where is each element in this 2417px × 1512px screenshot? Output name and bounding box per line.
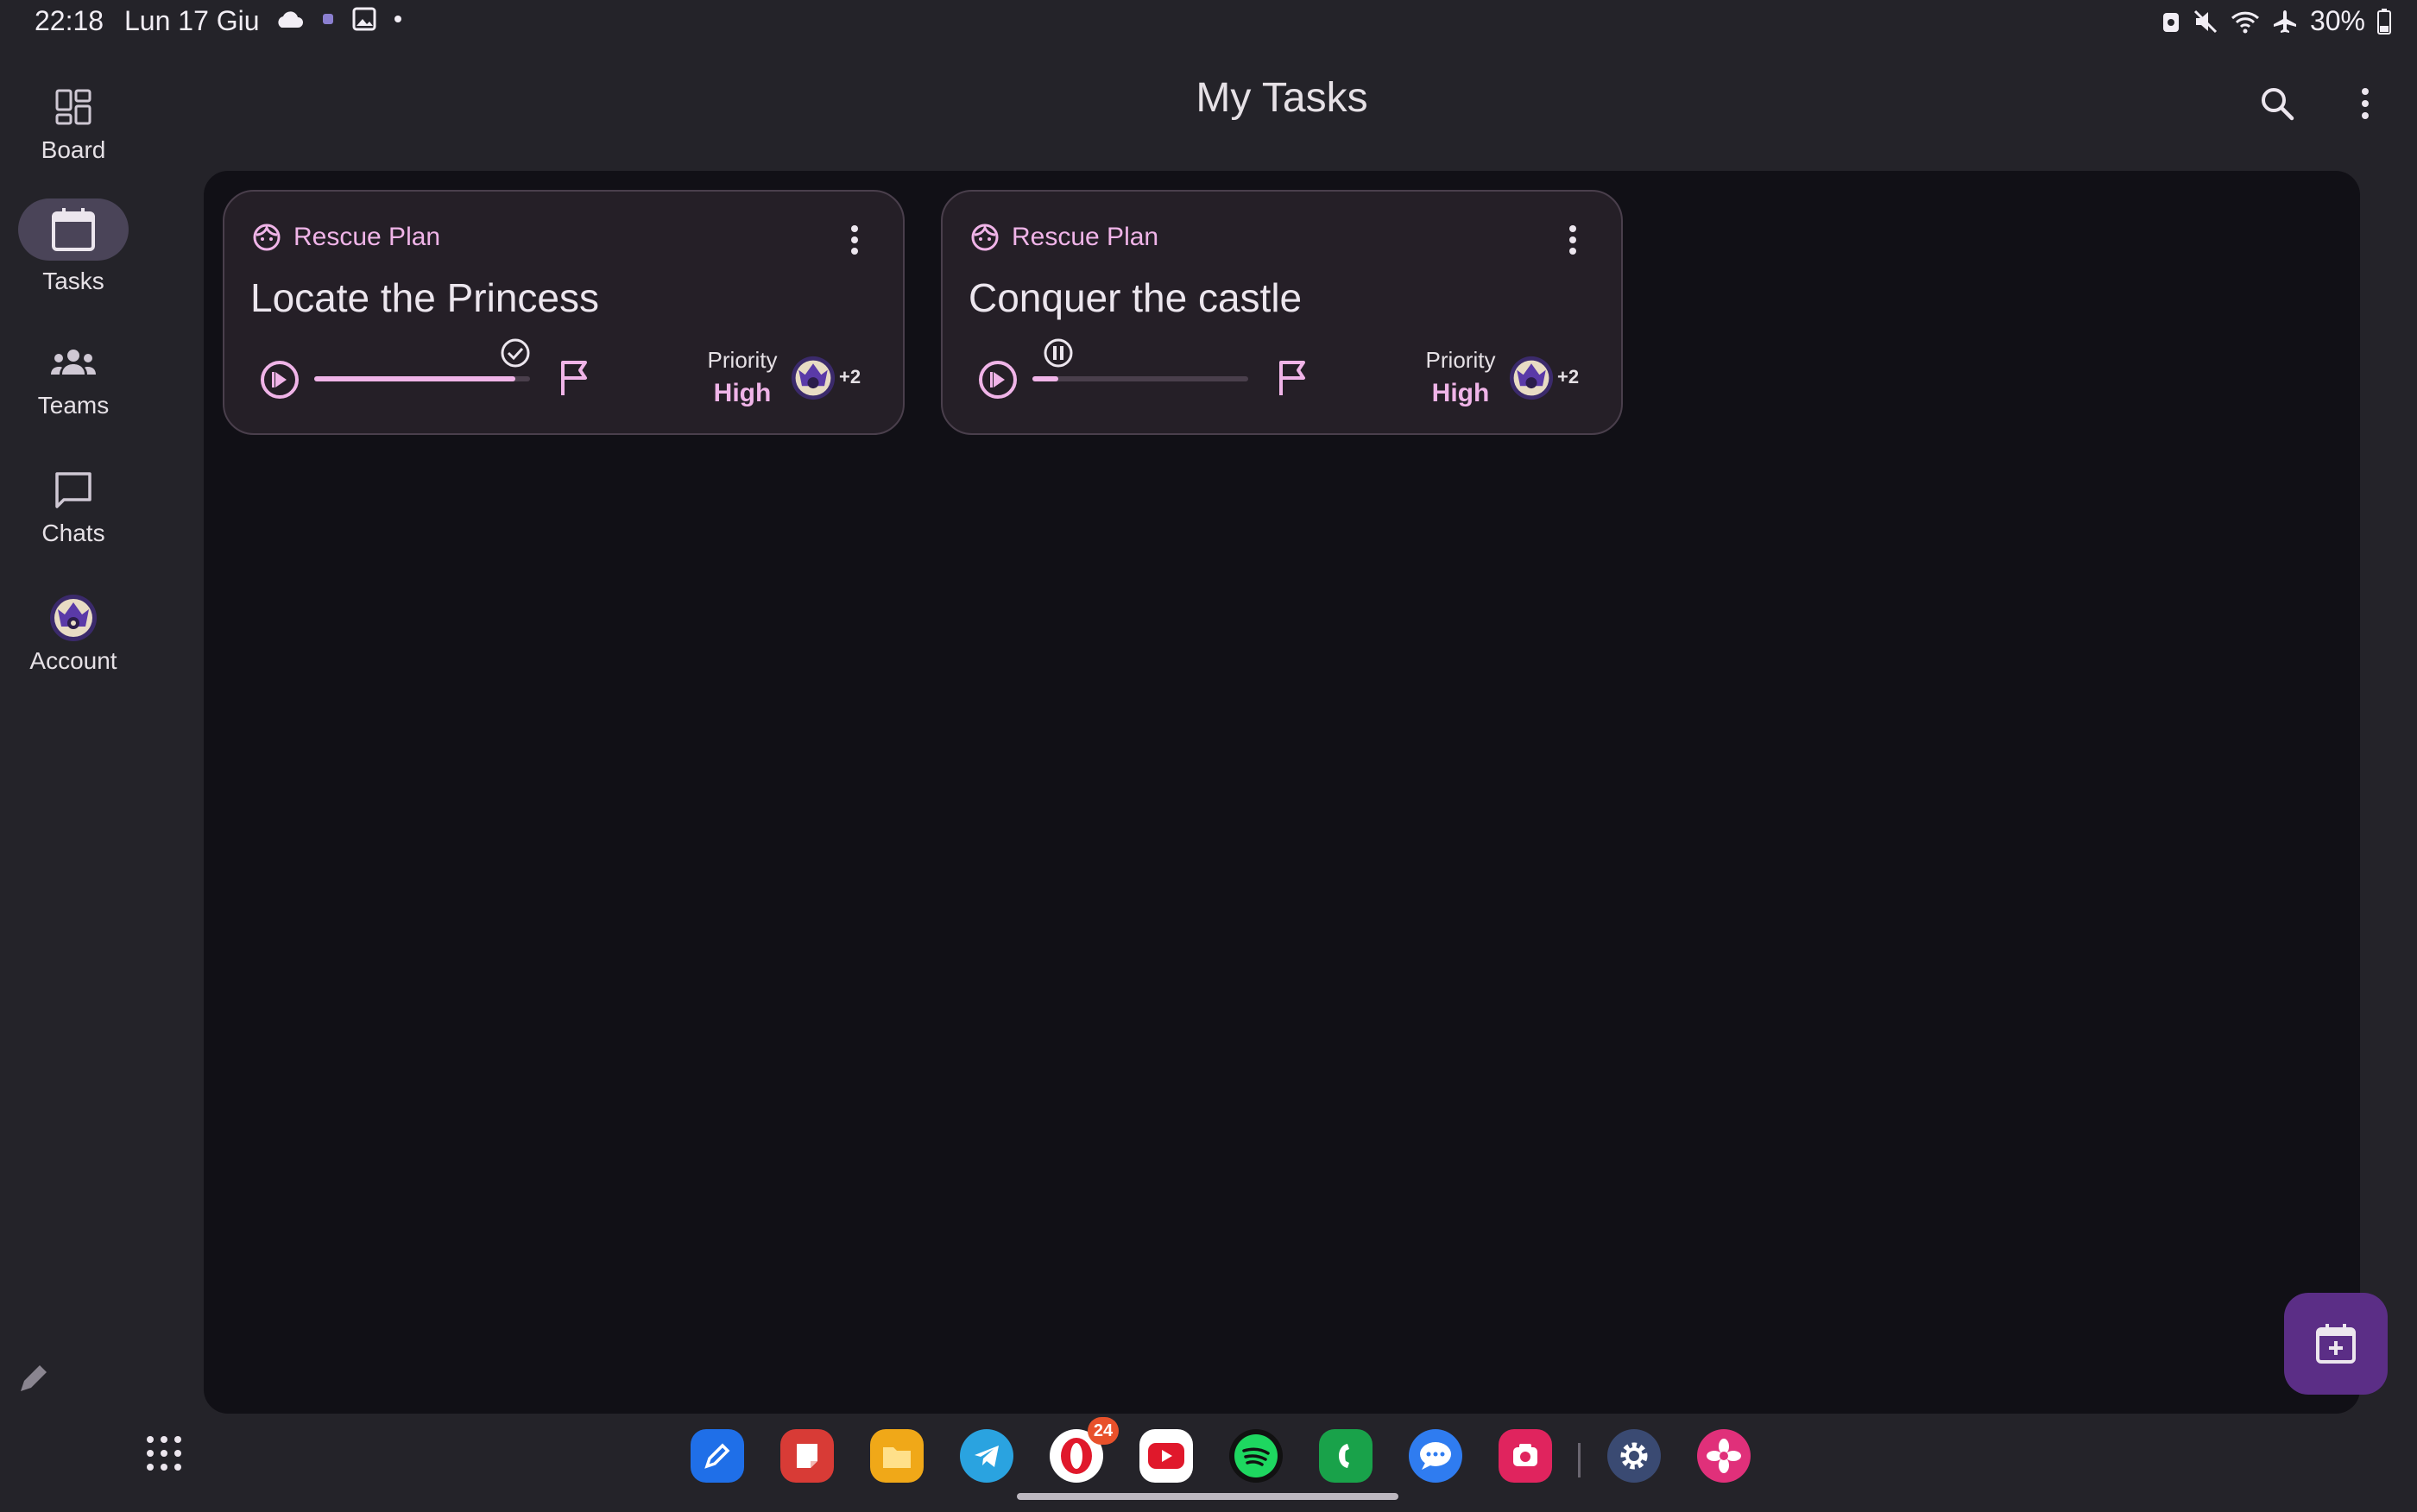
status-bar: 22:18 Lun 17 Giu 30% <box>0 0 2417 45</box>
messages-app-icon[interactable] <box>1409 1429 1462 1483</box>
rail-label-chats: Chats <box>41 520 105 546</box>
progress-fill <box>1032 376 1058 381</box>
rail-label-teams: Teams <box>37 392 110 419</box>
task-title: Locate the Princess <box>250 275 600 320</box>
taskbar-dock: 24 <box>0 1417 2417 1484</box>
more-vert-icon <box>1569 225 1576 255</box>
task-card[interactable]: Rescue Plan Conquer the castle Priority … <box>941 190 1623 435</box>
rail-item-board[interactable]: Board <box>0 76 147 164</box>
wifi-icon <box>2231 11 2259 33</box>
notification-icons <box>275 7 402 31</box>
check-circle-icon[interactable] <box>499 337 532 369</box>
search-button[interactable] <box>2251 78 2303 129</box>
project-name: Rescue Plan <box>1012 223 1159 251</box>
card-menu-button[interactable] <box>1554 221 1592 259</box>
battery-icon <box>2377 8 2391 35</box>
add-task-fab[interactable] <box>2284 1293 2388 1395</box>
calendar-icon <box>52 208 95 251</box>
pencil-icon <box>21 1365 47 1391</box>
pause-circle-icon[interactable] <box>1042 337 1075 369</box>
rail-active-indicator <box>18 198 129 261</box>
groups-icon <box>51 350 96 375</box>
home-gesture-bar[interactable] <box>1017 1493 1398 1500</box>
extra-members-count: +2 <box>839 366 861 387</box>
screen: 22:18 Lun 17 Giu 30% Board Tasks Teams C… <box>0 0 2417 1512</box>
notes-app-icon[interactable] <box>780 1429 834 1483</box>
rail-item-chats[interactable]: Chats <box>0 459 147 547</box>
flag-button[interactable] <box>558 359 592 401</box>
avatar <box>50 595 97 641</box>
extra-members-count: +2 <box>1557 366 1580 387</box>
opera-app-icon[interactable]: 24 <box>1050 1417 1119 1483</box>
rail-label-tasks: Tasks <box>42 268 104 294</box>
status-date: Lun 17 Giu <box>124 5 260 36</box>
flag-button[interactable] <box>1276 359 1310 401</box>
progress-slider[interactable] <box>1032 338 1248 381</box>
pen-app-icon[interactable] <box>691 1429 744 1483</box>
flag-icon <box>561 361 587 395</box>
edit-button[interactable] <box>7 1353 59 1405</box>
files-app-icon[interactable] <box>870 1429 924 1483</box>
assignee-avatar[interactable] <box>791 356 836 400</box>
project-chip[interactable]: Rescue Plan <box>970 223 1158 252</box>
rail-label-board: Board <box>41 136 106 163</box>
progress-fill <box>314 376 515 381</box>
airplane-icon <box>2273 9 2296 33</box>
more-vert-icon <box>2362 88 2369 119</box>
project-name: Rescue Plan <box>293 223 441 251</box>
notification-badge: 24 <box>1088 1417 1119 1445</box>
page-title: My Tasks <box>1196 75 1368 121</box>
rail-item-teams[interactable]: Teams <box>0 331 147 419</box>
more-vert-icon <box>851 225 858 255</box>
telegram-app-icon[interactable] <box>960 1429 1013 1483</box>
calendar-add-icon <box>2316 1324 2356 1364</box>
camera-app-icon[interactable] <box>1499 1429 1552 1483</box>
task-card[interactable]: Rescue Plan Locate the Princess Priority… <box>223 190 905 435</box>
battery-percent: 30% <box>2309 5 2365 36</box>
cloud-icon <box>278 11 303 28</box>
rail-item-tasks[interactable]: Tasks <box>0 198 147 295</box>
small-app-icon <box>323 14 333 24</box>
dot-icon <box>394 16 401 22</box>
face-icon <box>253 224 281 251</box>
dock-separator <box>1578 1443 1581 1477</box>
flag-icon <box>1279 361 1305 395</box>
task-title: Conquer the castle <box>969 275 1303 320</box>
start-timer-button[interactable] <box>259 359 300 405</box>
overflow-menu-button[interactable] <box>2339 78 2391 129</box>
card-menu-button[interactable] <box>836 221 874 259</box>
assignee-avatar[interactable] <box>1509 356 1554 400</box>
chat-bubble-icon <box>55 472 92 508</box>
spotify-app-icon[interactable] <box>1229 1429 1283 1483</box>
mute-icon <box>2193 9 2218 33</box>
play-circle-icon <box>979 361 1017 399</box>
lock-icon <box>2162 12 2179 32</box>
phone-app-icon[interactable] <box>1319 1429 1373 1483</box>
settings-app-icon[interactable] <box>1607 1429 1661 1483</box>
system-icons: 30% <box>2161 5 2391 37</box>
rail-item-account[interactable]: Account <box>0 587 147 675</box>
flower-app-icon[interactable] <box>1697 1429 1751 1483</box>
search-icon <box>2262 88 2294 121</box>
youtube-app-icon[interactable] <box>1139 1429 1193 1483</box>
board-grid-icon <box>55 89 92 125</box>
play-circle-icon <box>261 361 299 399</box>
image-icon <box>352 7 376 31</box>
project-chip[interactable]: Rescue Plan <box>252 223 440 252</box>
face-icon <box>971 224 999 251</box>
rail-label-account: Account <box>29 647 117 674</box>
status-time: 22:18 <box>35 5 104 36</box>
start-timer-button[interactable] <box>977 359 1019 405</box>
progress-slider[interactable] <box>314 338 530 381</box>
